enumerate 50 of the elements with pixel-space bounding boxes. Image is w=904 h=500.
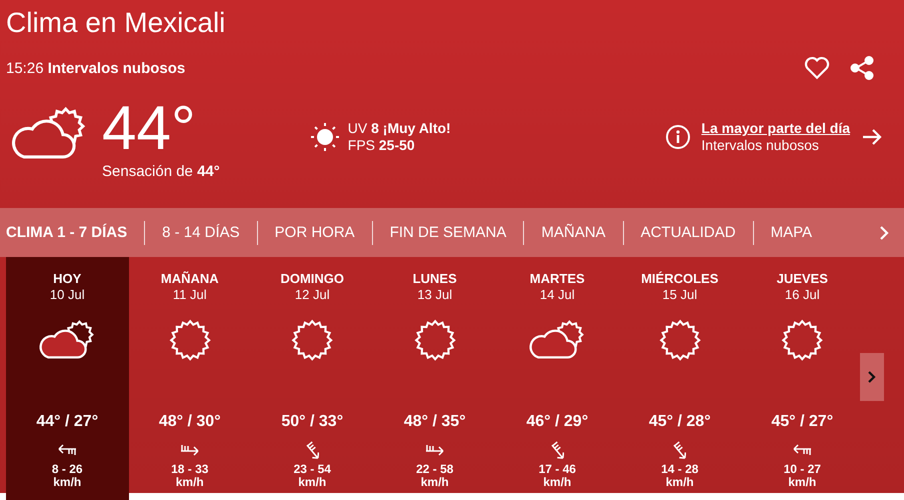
tab[interactable]: CLIMA 1 - 7 DÍAS <box>0 220 144 244</box>
forecast-day[interactable]: DOMINGO 12 Jul 50° / 33° 23 - 54 km/h <box>251 257 374 493</box>
tab[interactable]: FIN DE SEMANA <box>372 220 524 244</box>
tab[interactable]: 8 - 14 DÍAS <box>144 220 257 244</box>
forecast-day[interactable]: MIÉRCOLES 15 Jul 45° / 28° 14 - 28 km/h <box>618 257 741 493</box>
day-date: 11 Jul <box>172 287 207 303</box>
wind-speed: 17 - 46 km/h <box>538 463 576 489</box>
day-date: 14 Jul <box>540 287 575 303</box>
forecast-day[interactable]: MAÑANA 11 Jul 48° / 30° 18 - 33 km/h <box>128 257 251 493</box>
wind-speed: 10 - 27 km/h <box>784 463 821 489</box>
day-date: 12 Jul <box>294 287 330 303</box>
forecast-day[interactable]: LUNES 13 Jul 48° / 35° 22 - 58 km/h <box>374 257 496 493</box>
wind-speed: 14 - 28 km/h <box>661 463 698 489</box>
wind-speed: 8 - 26 km/h <box>52 463 83 489</box>
day-temperatures: 46° / 29° <box>526 413 588 431</box>
day-temperatures: 45° / 27° <box>771 413 834 431</box>
day-temperatures: 48° / 35° <box>404 413 466 431</box>
day-date: 13 Jul <box>417 287 452 303</box>
day-name: MAÑANA <box>160 271 219 287</box>
day-name: MIÉRCOLES <box>641 271 718 287</box>
wind-speed: 23 - 54 km/h <box>294 463 331 489</box>
current-temperature: 44° <box>102 98 197 160</box>
day-name: HOY <box>53 271 82 287</box>
uv-index: UV 8 ¡Muy Alto! <box>348 120 451 137</box>
day-temperatures: 44° / 27° <box>36 413 98 431</box>
feels-like: Sensación de 44° <box>102 163 220 180</box>
day-name: JUEVES <box>776 271 828 287</box>
tab[interactable]: MAPA <box>752 220 829 244</box>
tab[interactable]: ACTUALIDAD <box>622 220 753 244</box>
forecast-day[interactable]: JUEVES 16 Jul 45° / 27° 10 - 27 km/h <box>741 257 864 493</box>
forecast-day[interactable]: HOY 10 Jul 44° / 27° 8 - 26 km/h <box>6 257 128 500</box>
day-date: 15 Jul <box>662 287 698 303</box>
sun-protection: FPS 25-50 <box>348 137 416 154</box>
forecast-day[interactable]: MARTES 14 Jul 46° / 29° 17 - 46 km/h <box>496 257 618 493</box>
day-temperatures: 45° / 28° <box>648 413 711 431</box>
day-summary: Intervalos nubosos <box>701 137 820 154</box>
day-date: 16 Jul <box>784 287 820 303</box>
day-summary-link[interactable]: La mayor parte del día <box>701 120 850 137</box>
tab[interactable]: MAÑANA <box>523 220 623 244</box>
day-name: DOMINGO <box>280 271 344 287</box>
current-condition: 15:26 Intervalos nubosos <box>6 60 186 76</box>
page-title: Clima en Mexicali <box>6 6 226 40</box>
day-name: MARTES <box>530 271 585 287</box>
day-name: LUNES <box>412 271 457 287</box>
wind-speed: 18 - 33 km/h <box>171 463 208 489</box>
day-temperatures: 48° / 30° <box>158 413 221 431</box>
day-date: 10 Jul <box>50 287 85 303</box>
day-temperatures: 50° / 33° <box>281 413 344 431</box>
tab[interactable]: POR HORA <box>256 220 372 244</box>
wind-speed: 22 - 58 km/h <box>416 463 454 489</box>
